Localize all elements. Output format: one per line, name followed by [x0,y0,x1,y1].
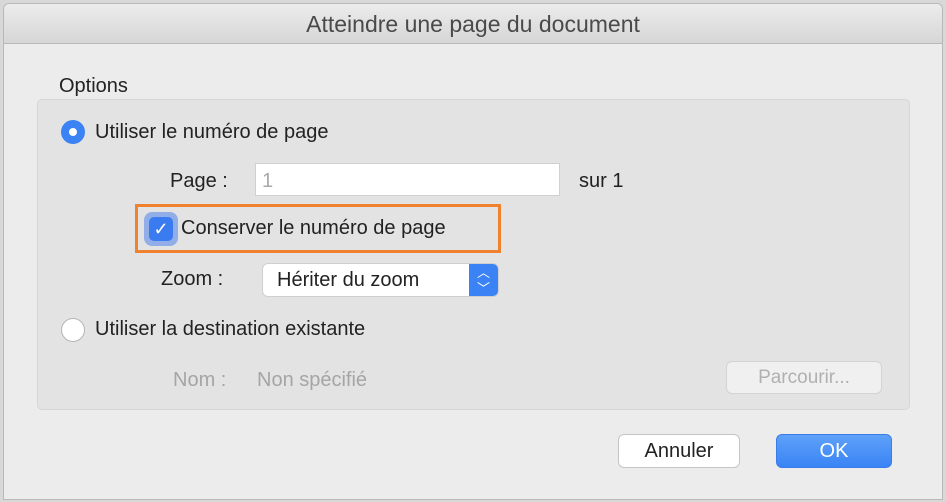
keep-page-checkbox[interactable]: ✓ [144,212,178,246]
radio-use-destination-label[interactable]: Utiliser la destination existante [95,318,365,341]
goto-page-dialog: Atteindre une page du document Options U… [3,3,943,500]
radio-use-page-number-label[interactable]: Utiliser le numéro de page [95,121,328,144]
page-input[interactable]: 1 [255,163,560,196]
zoom-label: Zoom : [161,268,224,290]
options-label: Options [59,75,128,97]
zoom-select[interactable]: Hériter du zoom ︿ ﹀ [262,263,499,297]
page-total: sur 1 [579,170,624,192]
zoom-select-value: Hériter du zoom [277,269,420,291]
radio-use-destination[interactable] [61,318,85,342]
dialog-title: Atteindre une page du document [4,4,942,44]
page-label: Page : [170,170,228,192]
radio-use-page-number[interactable] [61,120,85,144]
name-label: Nom : [173,369,227,391]
keep-page-label[interactable]: Conserver le numéro de page [181,217,446,240]
chevron-updown-icon: ︿ ﹀ [469,264,498,296]
checkmark-icon: ✓ [149,217,173,241]
cancel-button[interactable]: Annuler [618,434,740,468]
name-value: Non spécifié [257,369,368,391]
ok-button[interactable]: OK [776,434,892,468]
browse-button[interactable]: Parcourir... [726,361,882,394]
